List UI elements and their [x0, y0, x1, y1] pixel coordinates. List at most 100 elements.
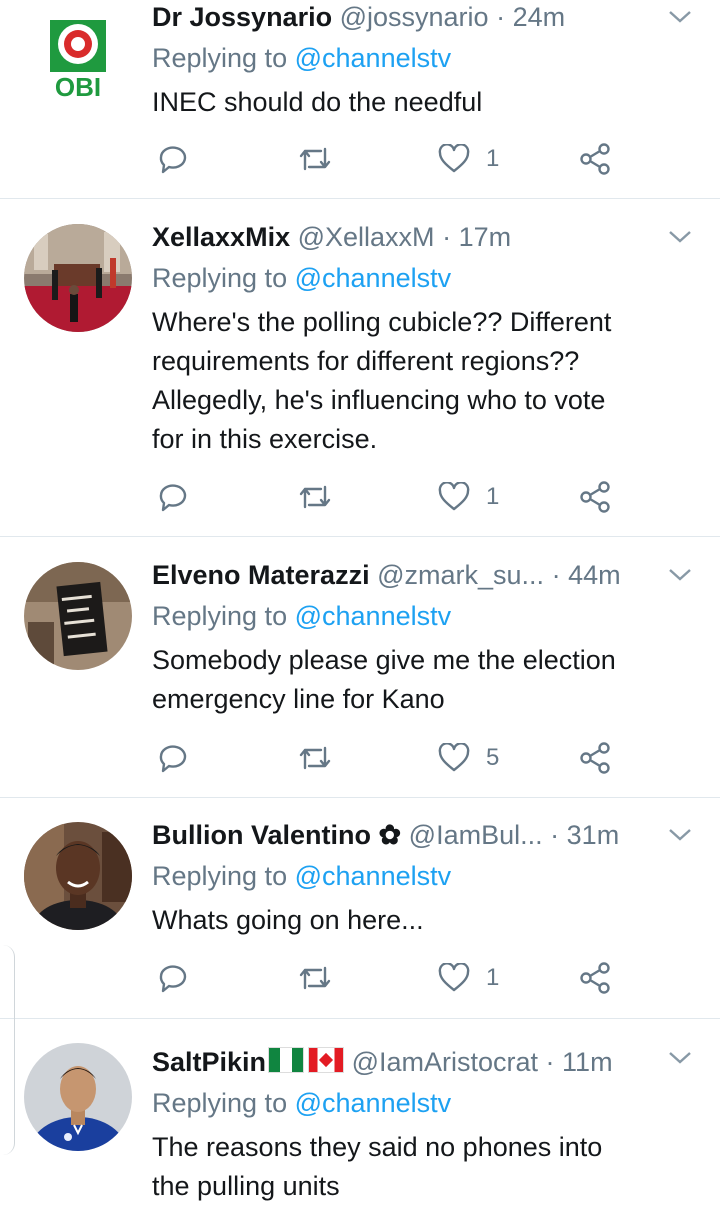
- mention-link[interactable]: @channelstv: [295, 263, 452, 293]
- reply-button[interactable]: [157, 477, 189, 517]
- like-count: 1: [486, 964, 500, 991]
- tweet-text-line: the pulling units: [152, 1171, 340, 1201]
- replying-prefix: Replying to: [152, 861, 288, 891]
- display-name[interactable]: XellaxxMix: [152, 222, 290, 252]
- like-count: 5: [486, 744, 500, 771]
- like-count: 1: [486, 483, 500, 510]
- share-icon: [580, 962, 610, 994]
- heart-icon: [438, 144, 470, 173]
- like-button[interactable]: 1: [438, 477, 499, 517]
- tweet[interactable]: Elveno Materazzi @zmark_su... · 44m Repl…: [0, 537, 720, 797]
- like-button[interactable]: 1: [438, 139, 499, 179]
- reply-button[interactable]: [157, 139, 189, 179]
- chevron-down-icon[interactable]: [668, 827, 692, 843]
- retweet-button[interactable]: [297, 738, 333, 778]
- canada-flag-icon: [308, 1047, 345, 1073]
- timestamp[interactable]: 24m: [513, 2, 566, 32]
- retweet-icon: [299, 966, 331, 990]
- handle[interactable]: @zmark_su...: [377, 560, 544, 590]
- handle[interactable]: @jossynario: [340, 2, 489, 32]
- tweet-text-line: Somebody please give me the election: [152, 645, 616, 675]
- tweet[interactable]: OBI Dr Jossynario @jossynario · 24m Repl…: [0, 0, 720, 198]
- tweet-header: Bullion Valentino ✿ @IamBul... · 31m: [152, 818, 619, 852]
- tweet-header: Dr Jossynario @jossynario · 24m: [152, 0, 565, 34]
- replying-prefix: Replying to: [152, 1088, 288, 1118]
- replying-to: Replying to @channelstv: [152, 261, 451, 295]
- reply-button[interactable]: [157, 958, 189, 998]
- heart-icon: [438, 482, 470, 511]
- tweet[interactable]: SaltPikin @IamAristocrat · 11m Replying …: [0, 1019, 720, 1210]
- tweet-text-line: emergency line for Kano: [152, 684, 445, 714]
- replying-to: Replying to @channelstv: [152, 1086, 451, 1120]
- tweet-text: Whats going on here...: [152, 901, 692, 940]
- tweet[interactable]: XellaxxMix @XellaxxM · 17m Replying to @…: [0, 199, 720, 536]
- tweet-text: The reasons they said no phones into the…: [152, 1128, 692, 1206]
- timestamp[interactable]: 11m: [562, 1047, 613, 1077]
- tweet-header: SaltPikin @IamAristocrat · 11m: [152, 1045, 613, 1079]
- display-name[interactable]: Dr Jossynario: [152, 2, 332, 32]
- tweet[interactable]: Bullion Valentino ✿ @IamBul... · 31m Rep…: [0, 798, 720, 1018]
- retweet-button[interactable]: [297, 477, 333, 517]
- retweet-button[interactable]: [297, 139, 333, 179]
- replying-to: Replying to @channelstv: [152, 41, 451, 75]
- like-button[interactable]: 5: [438, 738, 499, 778]
- scroll-edge-panel: [0, 945, 15, 1155]
- replying-to: Replying to @channelstv: [152, 599, 451, 633]
- like-button[interactable]: 1: [438, 958, 499, 998]
- replying-prefix: Replying to: [152, 601, 288, 631]
- share-button[interactable]: [579, 738, 611, 778]
- tweet-text: INEC should do the needful: [152, 83, 692, 122]
- share-button[interactable]: [579, 958, 611, 998]
- avatar-logo-text: OBI: [55, 72, 101, 100]
- mention-link[interactable]: @channelstv: [295, 1088, 452, 1118]
- replying-to: Replying to @channelstv: [152, 859, 451, 893]
- share-icon: [580, 143, 610, 175]
- display-name[interactable]: SaltPikin: [152, 1047, 266, 1077]
- separator: ·: [550, 820, 560, 850]
- avatar[interactable]: OBI: [44, 12, 112, 102]
- handle[interactable]: @IamBul...: [409, 820, 543, 850]
- chevron-down-icon[interactable]: [668, 567, 692, 583]
- share-button[interactable]: [579, 139, 611, 179]
- replying-prefix: Replying to: [152, 263, 288, 293]
- like-count: 1: [486, 145, 500, 172]
- timestamp[interactable]: 17m: [459, 222, 512, 252]
- handle[interactable]: @IamAristocrat: [352, 1047, 538, 1077]
- display-name[interactable]: Elveno Materazzi: [152, 560, 370, 590]
- avatar[interactable]: [24, 1043, 132, 1151]
- action-bar: 1: [152, 139, 672, 179]
- tweet-text: Somebody please give me the election eme…: [152, 641, 692, 719]
- tweet-text-line: requirements for different regions??: [152, 346, 580, 376]
- retweet-icon: [299, 746, 331, 770]
- timestamp[interactable]: 31m: [567, 820, 620, 850]
- mention-link[interactable]: @channelstv: [295, 43, 452, 73]
- retweet-icon: [299, 147, 331, 171]
- avatar[interactable]: [24, 224, 132, 332]
- retweet-icon: [299, 485, 331, 509]
- display-name[interactable]: Bullion Valentino: [152, 820, 371, 850]
- tweet-text-line: Whats going on here...: [152, 905, 424, 935]
- mention-link[interactable]: @channelstv: [295, 601, 452, 631]
- chevron-down-icon[interactable]: [668, 1050, 692, 1066]
- share-button[interactable]: [579, 477, 611, 517]
- avatar[interactable]: [24, 822, 132, 930]
- timestamp[interactable]: 44m: [568, 560, 621, 590]
- mention-link[interactable]: @channelstv: [295, 861, 452, 891]
- heart-icon: [438, 963, 470, 992]
- tweet-text: Where's the polling cubicle?? Different …: [152, 303, 692, 459]
- chevron-down-icon[interactable]: [668, 229, 692, 245]
- handle[interactable]: @XellaxxM: [298, 222, 435, 252]
- reply-button[interactable]: [157, 738, 189, 778]
- reply-icon: [159, 965, 187, 993]
- retweet-button[interactable]: [297, 958, 333, 998]
- chevron-down-icon[interactable]: [668, 9, 692, 25]
- action-bar: 1: [152, 477, 672, 517]
- avatar[interactable]: [24, 562, 132, 670]
- tweet-text-line: The reasons they said no phones into: [152, 1132, 603, 1162]
- tweet-header: Elveno Materazzi @zmark_su... · 44m: [152, 558, 621, 592]
- tweet-header: XellaxxMix @XellaxxM · 17m: [152, 220, 511, 254]
- tweet-text-line: Where's the polling cubicle?? Different: [152, 307, 612, 337]
- replying-prefix: Replying to: [152, 43, 288, 73]
- reply-icon: [159, 146, 187, 174]
- reply-icon: [159, 484, 187, 512]
